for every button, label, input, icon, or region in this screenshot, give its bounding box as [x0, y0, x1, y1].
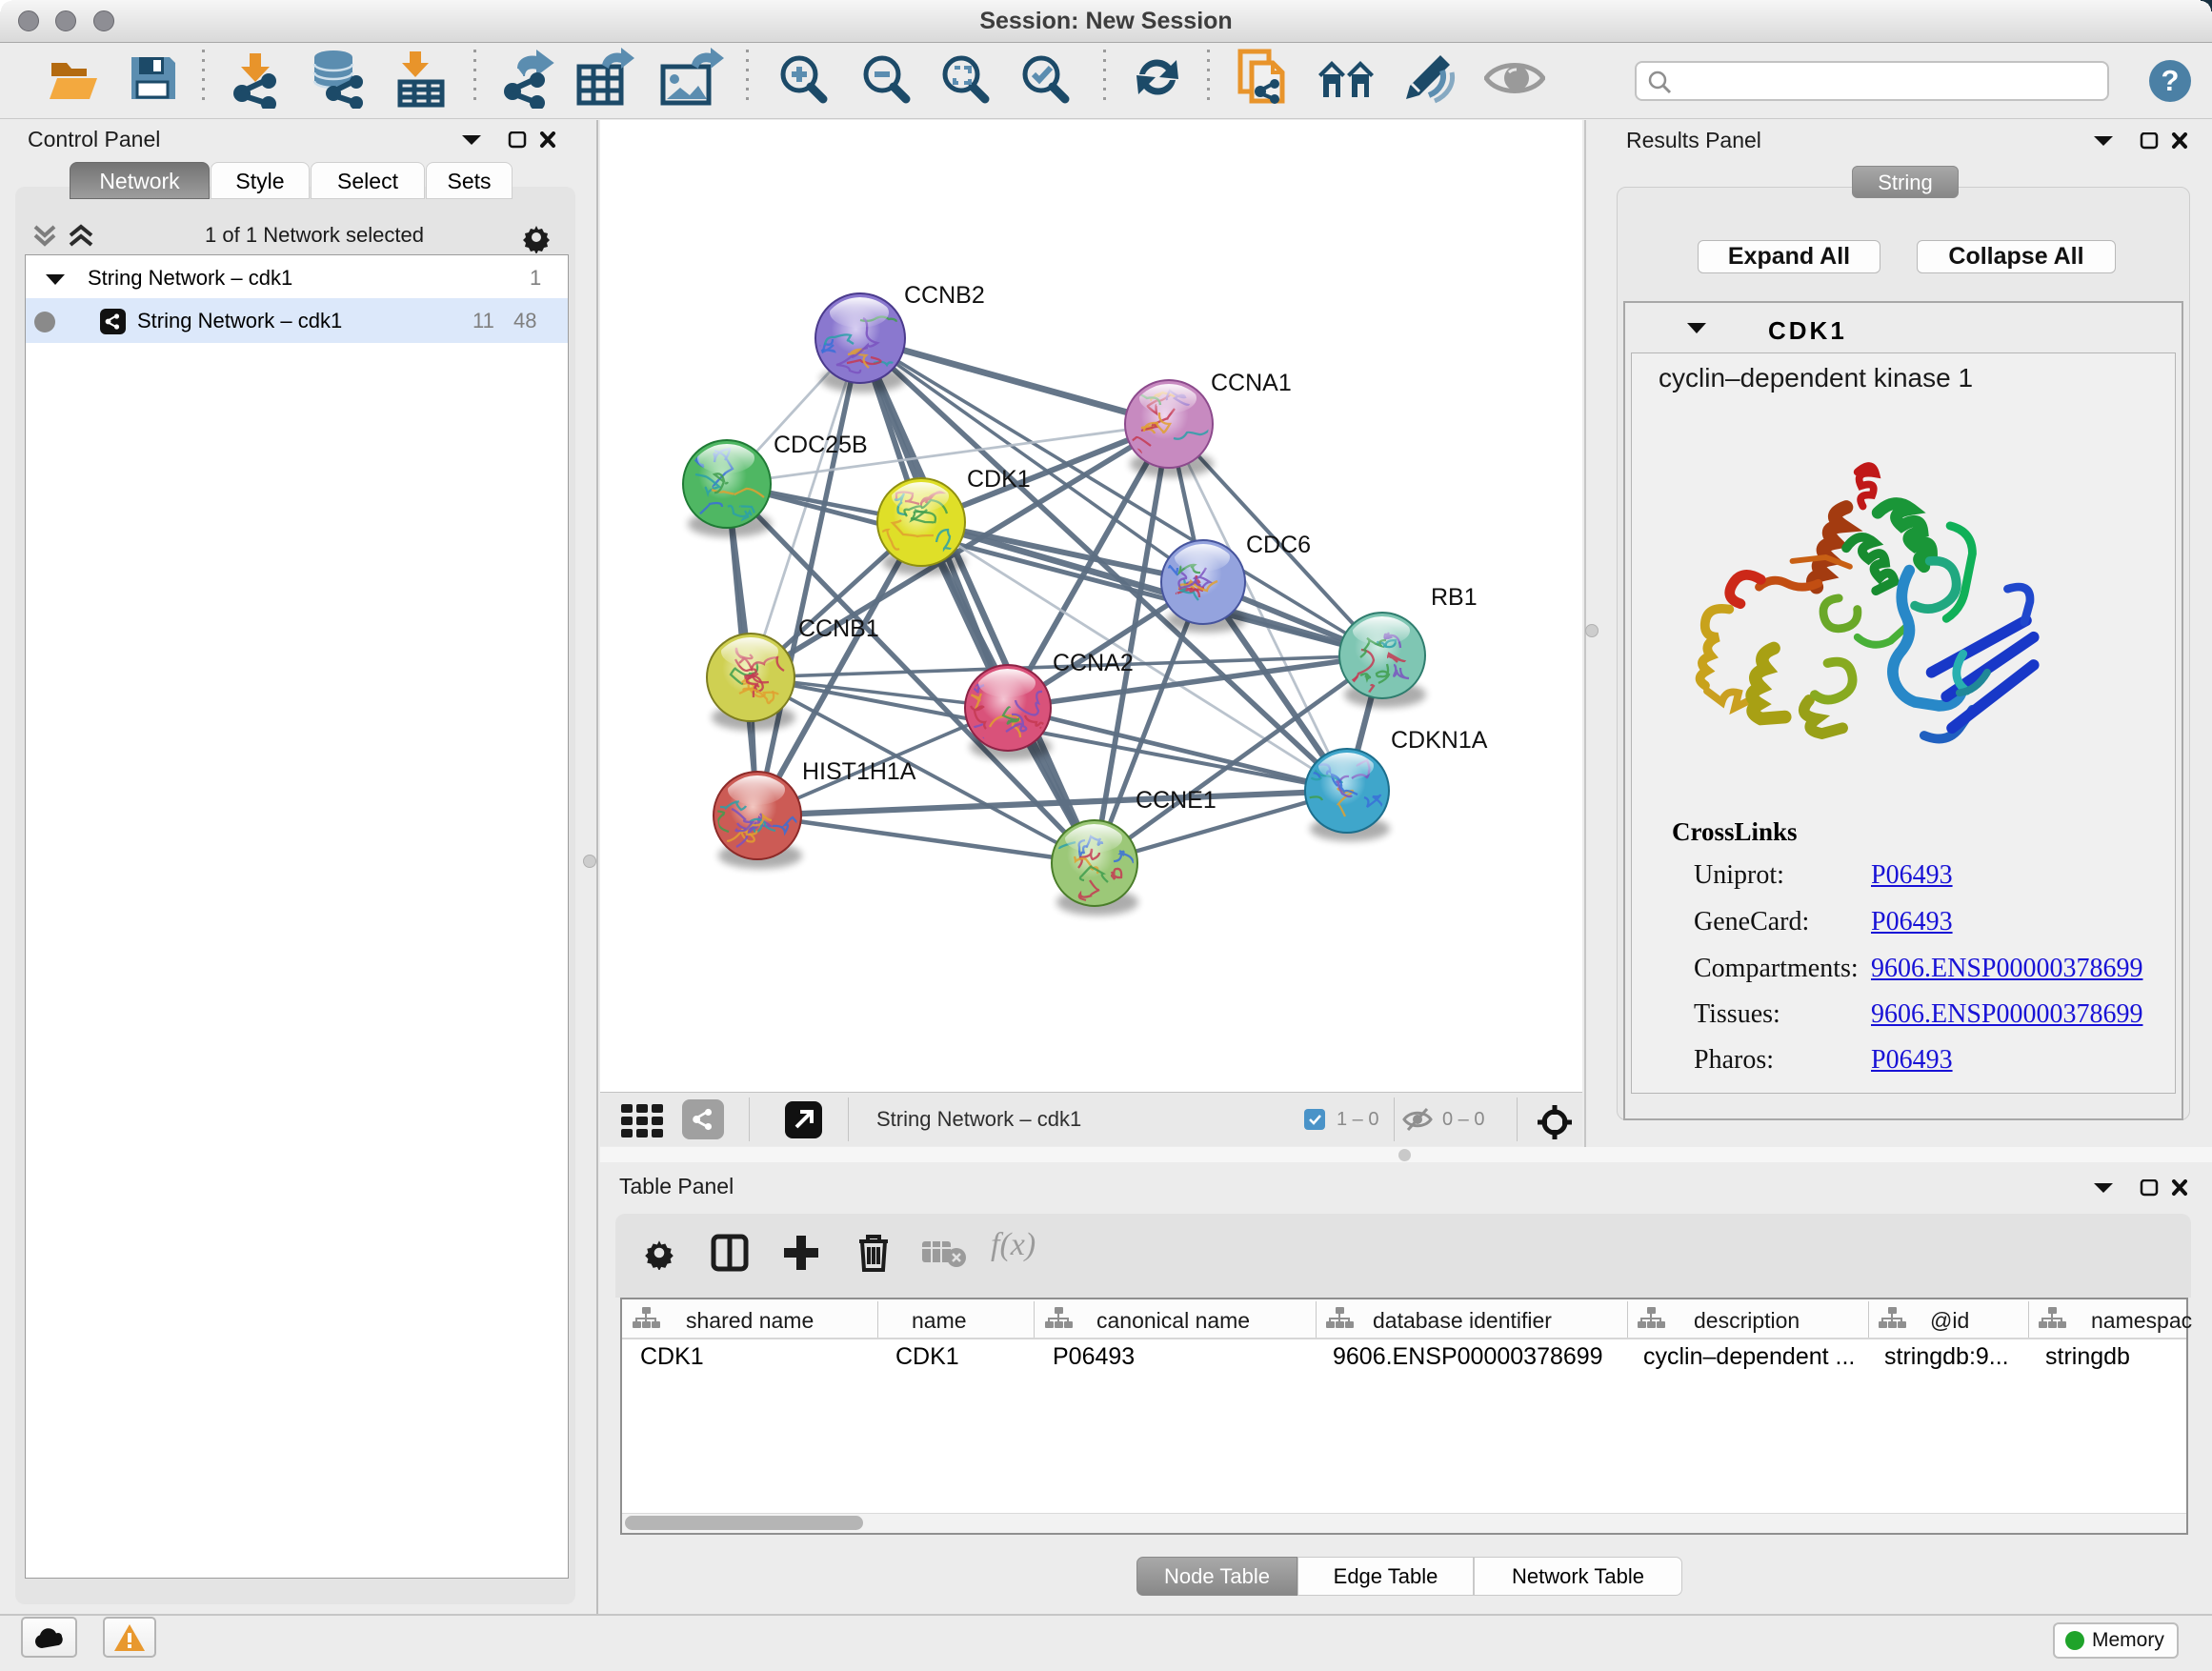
- svg-text:RB1: RB1: [1431, 584, 1478, 611]
- svg-text:CDC25B: CDC25B: [774, 432, 868, 458]
- svg-text:CDC6: CDC6: [1246, 532, 1311, 558]
- svg-text:CDKN1A: CDKN1A: [1391, 727, 1488, 754]
- svg-text:CCNA2: CCNA2: [1053, 650, 1134, 676]
- svg-text:CCNB1: CCNB1: [798, 615, 879, 642]
- svg-text:CDK1: CDK1: [967, 466, 1031, 493]
- svg-text:CCNE1: CCNE1: [1136, 787, 1217, 814]
- svg-text:CCNB2: CCNB2: [904, 282, 985, 309]
- svg-text:CCNA1: CCNA1: [1211, 370, 1292, 396]
- svg-text:HIST1H1A: HIST1H1A: [802, 758, 916, 785]
